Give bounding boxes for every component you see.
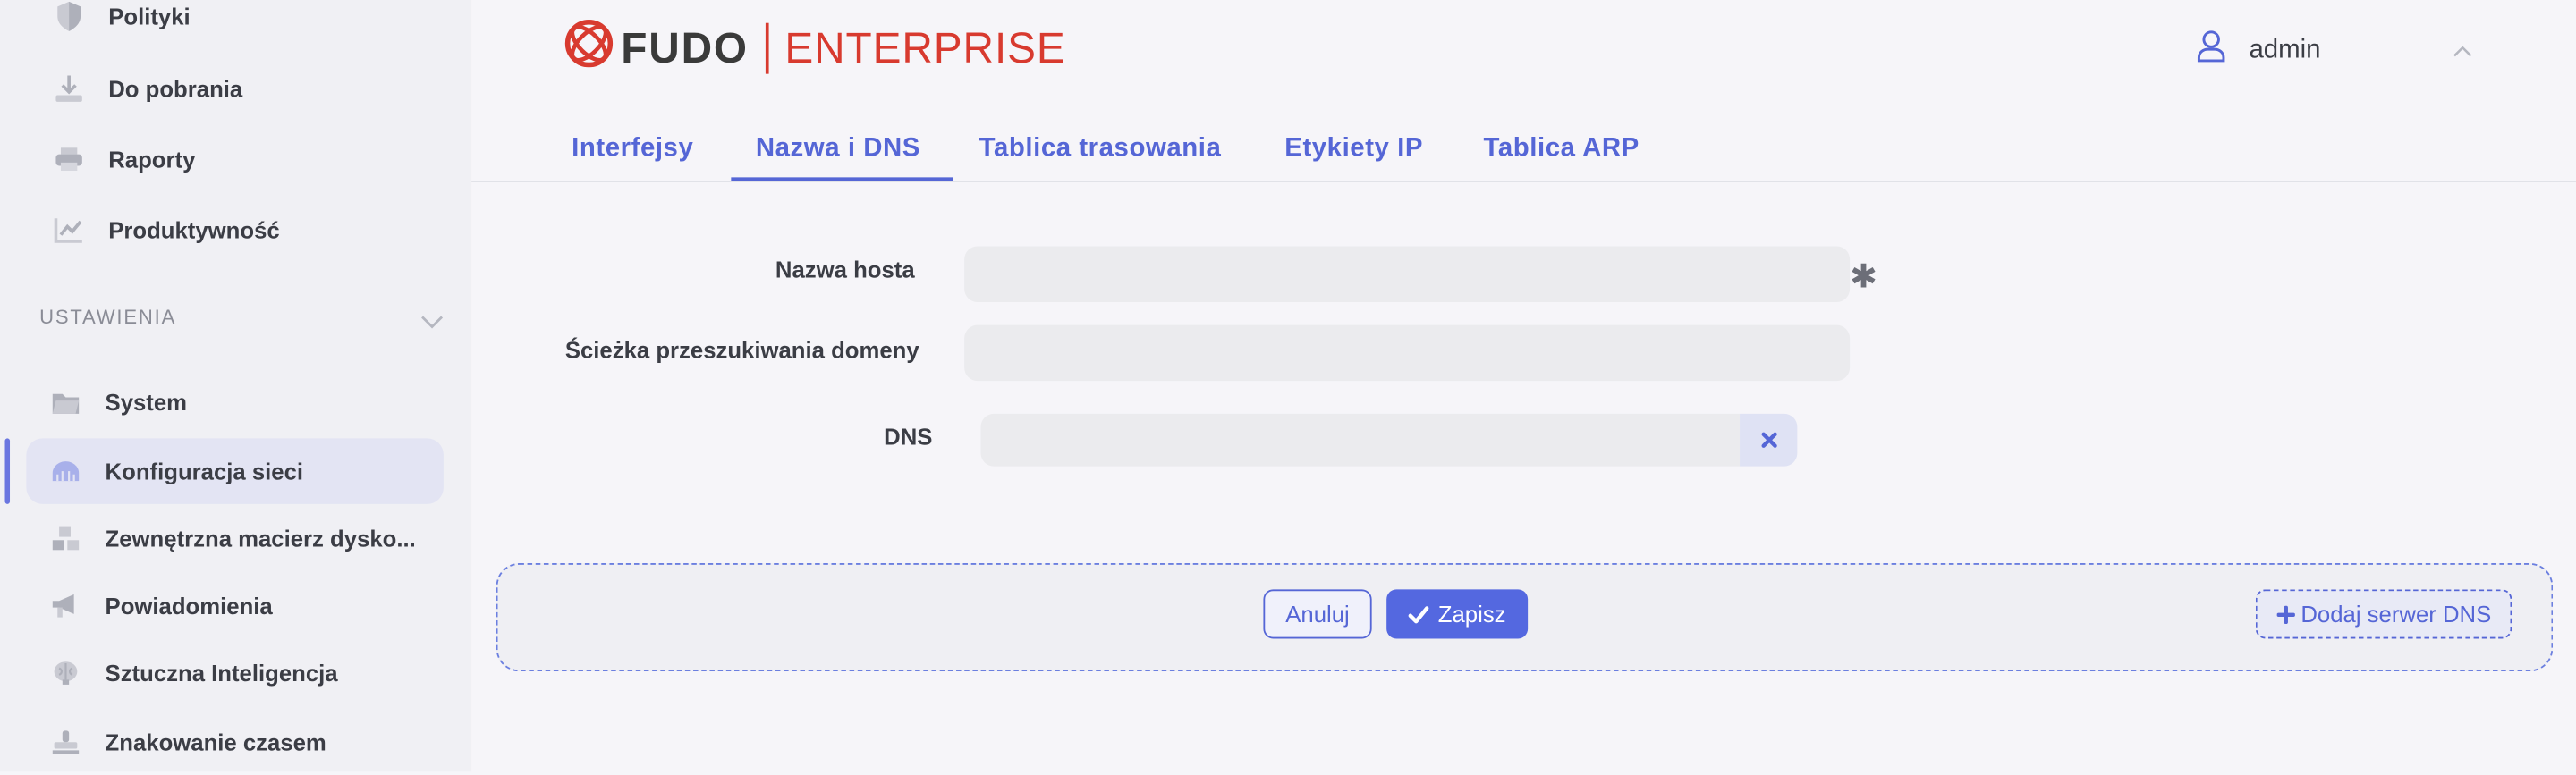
fudo-logo-icon [564, 18, 614, 77]
brain-icon [49, 657, 82, 690]
user-name: admin [2249, 35, 2321, 63]
dns-label: DNS [884, 423, 933, 451]
shield-icon [53, 0, 86, 33]
logo-enterprise-text: ENTERPRISE [784, 21, 1066, 72]
sidebar-item-do-pobrania[interactable]: Do pobrania [26, 55, 444, 121]
close-icon [1760, 432, 1776, 448]
sidebar-item-label: System [105, 389, 188, 416]
cancel-button[interactable]: Anuluj [1263, 589, 1372, 639]
plus-icon [2275, 604, 2295, 624]
add-dns-server-button[interactable]: Dodaj serwer DNS [2255, 589, 2512, 639]
chevron-down-icon[interactable] [420, 308, 444, 338]
tab-etykiety-ip[interactable]: Etykiety IP [1284, 135, 1423, 164]
check-icon [1409, 605, 1430, 623]
sidebar-item-label: Sztuczna Inteligencja [105, 660, 338, 687]
chevron-up-icon[interactable] [2453, 36, 2472, 65]
sidebar-item-label: Produktywność [108, 216, 280, 243]
sidebar-item-label: Powiadomienia [105, 593, 273, 619]
sidebar-item-label: Konfiguracja sieci [105, 458, 304, 484]
fudo-enterprise-logo: FUDO ENTERPRISE [564, 18, 1066, 77]
sidebar-item-system[interactable]: System [26, 369, 444, 434]
download-icon [53, 72, 86, 105]
section-title-ustawienia: USTAWIENIA [39, 305, 177, 329]
tab-tablica-arp[interactable]: Tablica ARP [1484, 135, 1640, 164]
sidebar-item-produktywnosc[interactable]: Produktywność [26, 197, 444, 262]
add-dns-server-label: Dodaj serwer DNS [2301, 601, 2492, 628]
main-content: FUDO ENTERPRISE admin Interfejsy Nazwa i… [471, 0, 2576, 772]
storage-icon [49, 522, 82, 555]
sidebar-item-zewnetrzna-macierz[interactable]: Zewnętrzna macierz dysko... [26, 506, 444, 571]
sidebar-item-sztuczna-inteligencja[interactable]: Sztuczna Inteligencja [26, 640, 444, 705]
printer-icon [53, 143, 86, 176]
logo-fudo-text: FUDO [621, 21, 749, 72]
user-icon [2197, 29, 2226, 71]
sidebar-item-label: Polityki [108, 3, 191, 30]
remove-dns-button[interactable] [1740, 413, 1798, 467]
tab-tablica-trasowania[interactable]: Tablica trasowania [979, 135, 1222, 164]
cancel-button-label: Anuluj [1285, 601, 1350, 628]
hostname-input[interactable] [964, 246, 1851, 302]
tabs-divider [471, 181, 2576, 182]
sidebar-item-powiadomienia[interactable]: Powiadomienia [26, 573, 444, 638]
sidebar: Polityki Do pobrania Raporty Produktywno… [0, 0, 472, 774]
sidebar-item-label: Zewnętrzna macierz dysko... [105, 525, 416, 552]
stamp-icon [49, 726, 82, 759]
user-menu[interactable]: admin [2197, 29, 2321, 71]
sidebar-item-label: Raporty [108, 146, 196, 173]
search-domain-label: Ścieżka przeszukiwania domeny [564, 336, 919, 363]
save-button-label: Zapisz [1437, 601, 1506, 628]
search-domain-input[interactable] [964, 324, 1851, 382]
network-icon [49, 455, 82, 488]
chart-line-icon [53, 214, 86, 247]
logo-divider [765, 21, 768, 73]
required-icon: ✱ [1850, 259, 1877, 296]
folder-icon [49, 386, 82, 419]
sidebar-item-raporty[interactable]: Raporty [26, 126, 444, 191]
sidebar-item-label: Znakowanie czasem [105, 729, 326, 755]
sidebar-item-konfiguracja-sieci[interactable]: Konfiguracja sieci [26, 438, 444, 504]
tab-nazwa-i-dns[interactable]: Nazwa i DNS [756, 135, 920, 164]
sidebar-item-label: Do pobrania [108, 75, 243, 102]
sidebar-item-znakowanie-czasem[interactable]: Znakowanie czasem [26, 709, 444, 774]
megaphone-icon [49, 589, 82, 622]
save-button[interactable]: Zapisz [1386, 589, 1529, 639]
hostname-label: Nazwa hosta [775, 256, 915, 282]
active-indicator [4, 438, 11, 504]
sidebar-item-polityki[interactable]: Polityki [26, 0, 444, 49]
dns-input[interactable] [980, 413, 1741, 467]
tab-interfejsy[interactable]: Interfejsy [572, 135, 693, 164]
